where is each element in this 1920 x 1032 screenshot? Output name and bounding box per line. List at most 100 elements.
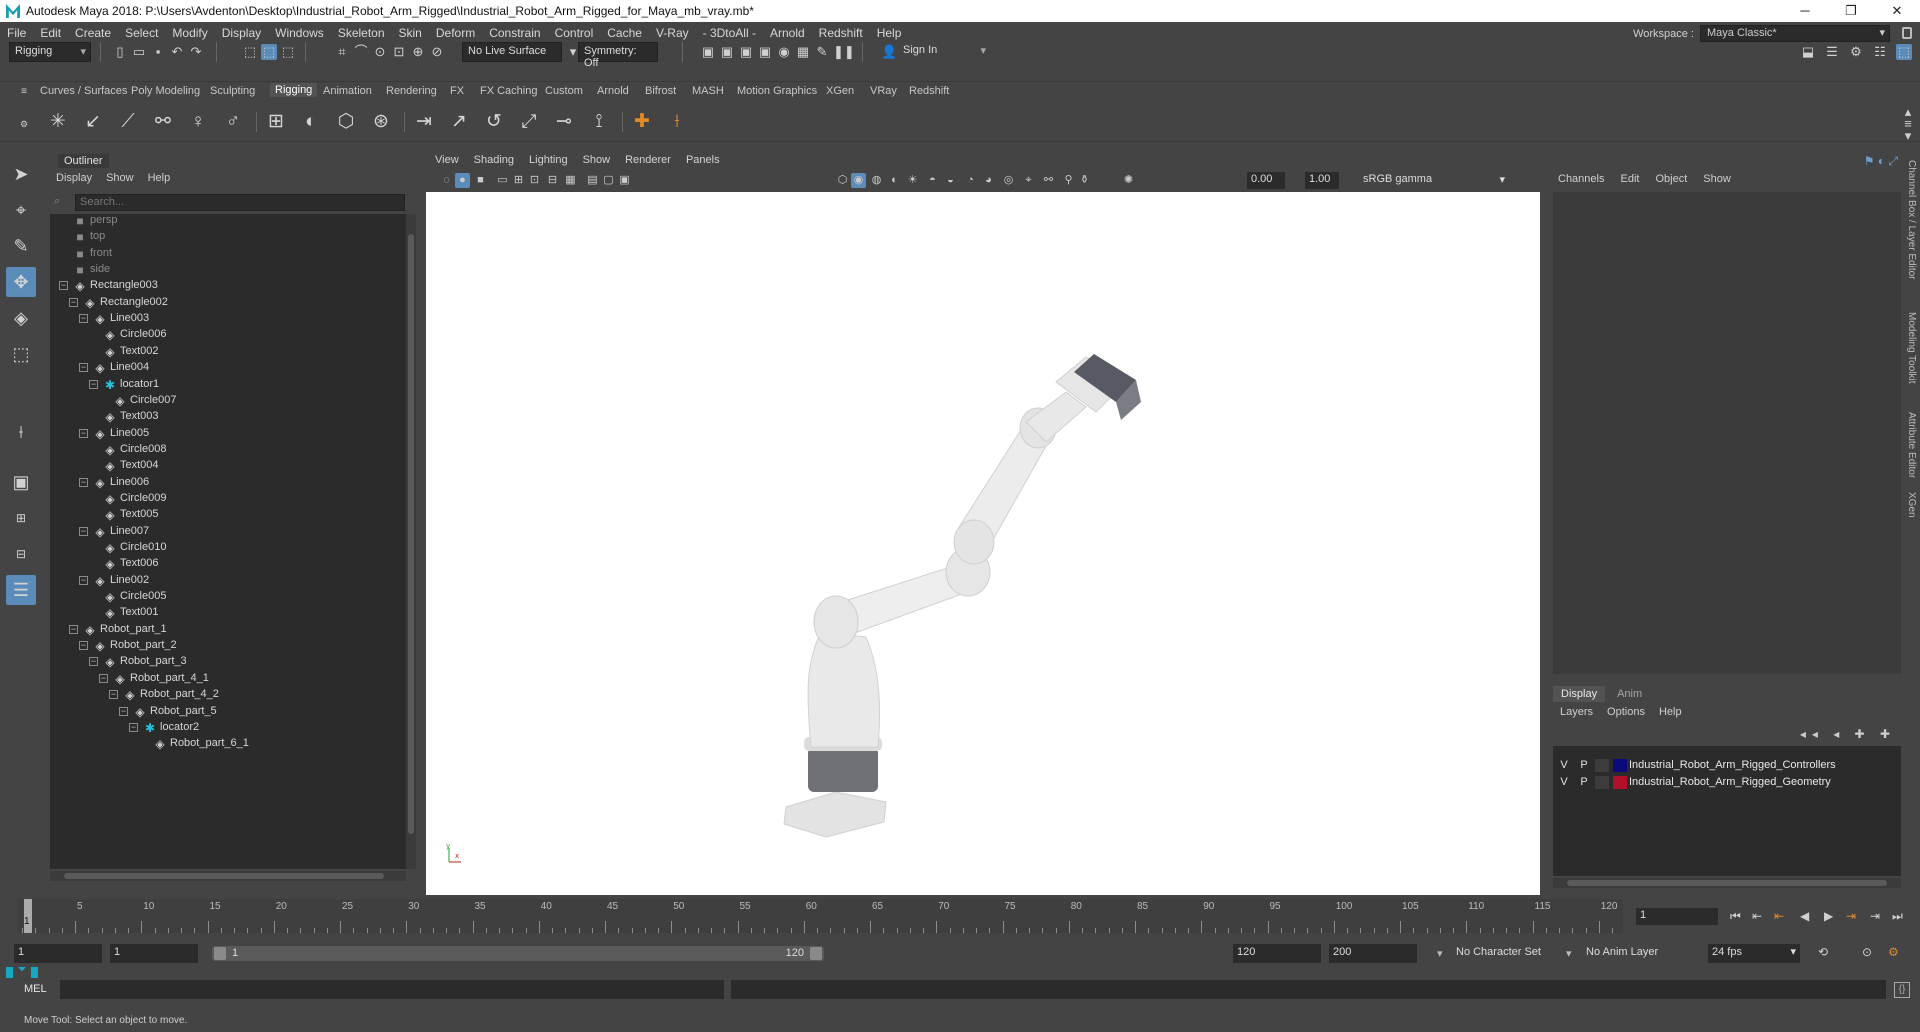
viewport-menu-show[interactable]: Show [583, 154, 611, 166]
menu-deform[interactable]: Deform [429, 26, 482, 40]
snap-projected-icon[interactable]: ⊘ [429, 44, 445, 60]
display-type-toggle[interactable] [1595, 776, 1609, 789]
collapse-toggle-icon[interactable]: − [109, 690, 118, 700]
collapse-toggle-icon[interactable]: − [129, 722, 138, 732]
layer-row[interactable]: V P Industrial_Robot_Arm_Rigged_Geometry [1553, 773, 1901, 792]
viewport-menu-panels[interactable]: Panels [686, 154, 720, 166]
collapse-toggle-icon[interactable]: − [69, 624, 78, 634]
animation-end-field[interactable]: 200 [1329, 944, 1417, 963]
hypershade-icon[interactable]: ◉ [776, 44, 792, 60]
time-ruler[interactable]: 1 5 10 15 20 25 30 35 40 45 50 55 60 65 70 75 80 85 90 95 1… [18, 899, 1623, 933]
outliner-layout-icon[interactable]: ☰ [6, 575, 36, 605]
range-start-handle[interactable] [214, 947, 226, 960]
lock-icon[interactable] [1902, 27, 1912, 39]
anti-aliasing-icon[interactable]: ◕ [981, 173, 996, 188]
snap-grid-icon[interactable]: ⌗ [334, 44, 350, 60]
live-surface-field[interactable]: No Live Surface [462, 42, 562, 62]
field-chart-icon[interactable]: ▤ [585, 173, 600, 188]
side-tab-attribute-editor[interactable]: Attribute Editor [1906, 412, 1917, 478]
shelf-tab-sculpting[interactable]: Sculpting [210, 85, 255, 97]
menu-3dtoall[interactable]: - 3DtoAll - [696, 26, 763, 40]
gate-mask-icon[interactable]: ▦ [563, 173, 578, 188]
paint-weights-icon[interactable]: ◐ [297, 108, 325, 136]
camera-icon[interactable]: ◌ [439, 173, 454, 188]
collapse-toggle-icon[interactable]: − [79, 314, 88, 324]
point-constraint-icon[interactable]: ↗ [445, 108, 473, 136]
layer-tab-anim[interactable]: Anim [1609, 686, 1650, 702]
command-input[interactable] [60, 980, 724, 999]
display-type-toggle[interactable] [1595, 759, 1609, 772]
menu-skin[interactable]: Skin [392, 26, 429, 40]
aim-constraint-icon[interactable]: ⊸ [550, 108, 578, 136]
redo-icon[interactable]: ↷ [188, 44, 204, 60]
collapse-toggle-icon[interactable]: − [79, 477, 88, 487]
playback-toggle[interactable]: P [1577, 776, 1591, 788]
textured-icon[interactable]: ◐ [887, 173, 902, 188]
layer-horizontal-scrollbar[interactable] [1553, 878, 1901, 888]
snap-point-icon[interactable]: ⊙ [372, 44, 388, 60]
safe-action-icon[interactable]: ▢ [601, 173, 616, 188]
scale-tool-icon[interactable]: ⬚ [6, 339, 36, 369]
default-material-icon[interactable]: ◍ [869, 173, 884, 188]
collapse-toggle-icon[interactable]: − [89, 657, 98, 667]
collapse-toggle-icon[interactable]: − [119, 706, 128, 716]
grid-icon[interactable]: ⊞ [511, 173, 526, 188]
shadows-icon[interactable]: ◓ [925, 173, 940, 188]
channel-box-icon[interactable]: ☷ [1872, 44, 1888, 60]
select-component-icon[interactable]: ⬚ [280, 44, 296, 60]
range-bar[interactable]: 1 120 [212, 946, 824, 961]
shelf-tab-fx[interactable]: FX [450, 85, 464, 97]
layer-menu-options[interactable]: Options [1607, 706, 1645, 718]
last-tool-icon[interactable]: ⟊ [6, 417, 36, 447]
menu-v-ray[interactable]: V-Ray [649, 26, 696, 40]
lattice-icon[interactable]: ⬡ [332, 108, 360, 136]
loop-icon[interactable]: ⟲ [1818, 945, 1828, 959]
layer-menu-help[interactable]: Help [1659, 706, 1682, 718]
viewport-canvas[interactable] [426, 192, 1540, 895]
shelf-tab-curves-surfaces[interactable]: Curves / Surfaces [40, 85, 127, 97]
menu-file[interactable]: File [0, 26, 33, 40]
go-to-end-icon[interactable]: ⏭ [1892, 909, 1903, 924]
shelf-tab-mash[interactable]: MASH [692, 85, 724, 97]
bind-skin-icon[interactable]: ⊞ [262, 108, 290, 136]
four-view-icon[interactable]: ⊞ [6, 503, 36, 533]
lasso-tool-icon[interactable]: ⌖ [6, 195, 36, 225]
layer-tab-display[interactable]: Display [1553, 686, 1606, 702]
exposure-icon[interactable]: ✺ [1121, 173, 1136, 188]
human-ik-icon[interactable]: ♀ [184, 108, 212, 136]
channel-menu-show[interactable]: Show [1703, 173, 1731, 185]
xray-icon[interactable]: ⚯ [1041, 173, 1056, 188]
shelf-tab-custom[interactable]: Custom [545, 85, 583, 97]
outliner-menu-help[interactable]: Help [148, 172, 171, 184]
layer-color-swatch[interactable] [1613, 759, 1627, 772]
menu-create[interactable]: Create [68, 26, 118, 40]
step-forward-frame-icon[interactable]: ⇥ [1870, 909, 1880, 923]
layer-name[interactable]: Industrial_Robot_Arm_Rigged_Geometry [1629, 776, 1831, 788]
animation-prefs-icon[interactable]: ⚙ [1888, 945, 1899, 959]
symmetry-dropdown[interactable]: Symmetry: Off [578, 42, 658, 69]
pole-vector-icon[interactable]: ⟟ [585, 108, 613, 136]
snap-live-icon[interactable]: ⊕ [410, 44, 426, 60]
shelf-menu-icon[interactable]: ≡ [16, 84, 32, 100]
ambient-occlusion-icon[interactable]: ◒ [943, 173, 958, 188]
channel-menu-object[interactable]: Object [1655, 173, 1687, 185]
channel-menu-edit[interactable]: Edit [1620, 173, 1639, 185]
shelf-tab-arnold[interactable]: Arnold [597, 85, 629, 97]
outliner-menu-show[interactable]: Show [106, 172, 134, 184]
channel-box-toggle-icons[interactable]: ⚑ ◐ ⤢ [1864, 154, 1898, 169]
image-plane-icon[interactable]: ▭ [495, 173, 510, 188]
lock-camera-icon[interactable]: ● [455, 173, 470, 188]
menu-arnold[interactable]: Arnold [763, 26, 812, 40]
resolution-gate-icon[interactable]: ⊟ [545, 173, 560, 188]
safe-title-icon[interactable]: ▣ [617, 173, 632, 188]
perspective-outliner-icon[interactable]: ⊟ [6, 539, 36, 569]
select-tool-icon[interactable]: ➤ [6, 159, 36, 189]
xray-components-icon[interactable]: ⚱ [1077, 173, 1092, 188]
chevron-down-icon[interactable]: ▾ [1437, 947, 1443, 960]
collapse-toggle-icon[interactable]: − [79, 363, 88, 373]
collapse-toggle-icon[interactable]: − [59, 281, 68, 291]
ik-handle-icon[interactable]: ↙ [79, 108, 107, 136]
shelf-tab-rigging[interactable]: Rigging [270, 83, 318, 97]
menu-modify[interactable]: Modify [165, 26, 214, 40]
mel-label[interactable]: MEL [24, 983, 47, 995]
